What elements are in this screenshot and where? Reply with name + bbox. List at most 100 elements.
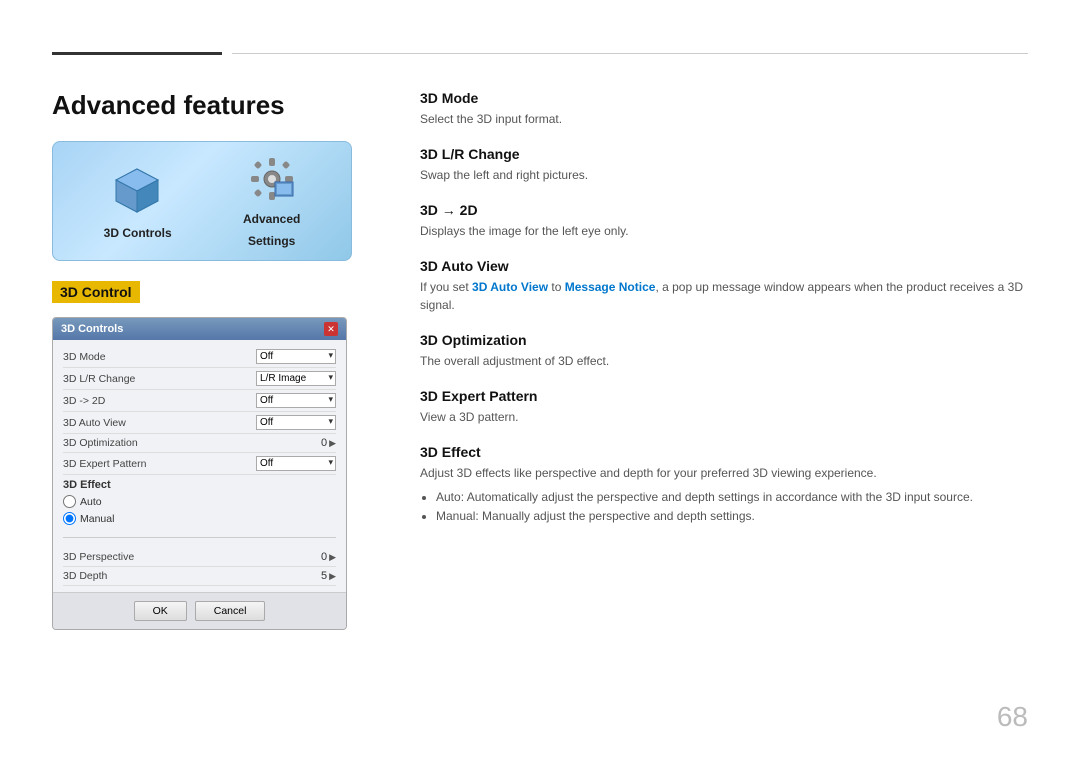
feature-title-3d-to-2d: 3D → 2D bbox=[420, 202, 1028, 218]
right-column: 3D Mode Select the 3D input format. 3D L… bbox=[420, 90, 1028, 544]
select-wrapper-3d-expert[interactable]: Off bbox=[256, 456, 336, 471]
dialog-row-3d-expert: 3D Expert Pattern Off bbox=[63, 453, 336, 475]
radio-row-auto: Auto bbox=[63, 493, 336, 510]
radio-manual-label: Manual bbox=[80, 513, 114, 525]
gear-icon bbox=[247, 154, 297, 204]
dialog-box: 3D Controls ✕ 3D Mode Off bbox=[52, 317, 347, 630]
feature-3d-auto-view: 3D Auto View If you set 3D Auto View to … bbox=[420, 258, 1028, 314]
top-line-short bbox=[52, 52, 222, 55]
effect-section-label: 3D Effect bbox=[63, 475, 336, 493]
feature-title-3d-auto-view: 3D Auto View bbox=[420, 258, 1028, 274]
label-3d-depth: 3D Depth bbox=[63, 570, 107, 582]
section-heading: 3D Control bbox=[52, 281, 140, 303]
feature-desc-3d-to-2d: Displays the image for the left eye only… bbox=[420, 222, 1028, 240]
select-wrapper-3d-2d[interactable]: Off bbox=[256, 393, 336, 408]
dialog-titlebar: 3D Controls ✕ bbox=[53, 318, 346, 340]
feature-desc-3d-expert: View a 3D pattern. bbox=[420, 408, 1028, 426]
value-3d-optimization: 0 ▶ bbox=[321, 437, 336, 449]
radio-auto[interactable] bbox=[63, 495, 76, 508]
feature-desc-3d-auto-view: If you set 3D Auto View to Message Notic… bbox=[420, 278, 1028, 314]
icon-panel: 3D Controls bbox=[52, 141, 352, 261]
page-title: Advanced features bbox=[52, 90, 372, 121]
feature-title-3d-lr: 3D L/R Change bbox=[420, 146, 1028, 162]
label-3d-auto-view: 3D Auto View bbox=[63, 417, 126, 429]
optimization-arrow[interactable]: ▶ bbox=[329, 438, 336, 449]
value-3d-perspective: 0 ▶ bbox=[321, 551, 336, 563]
icon-item-3d-controls: 3D Controls bbox=[104, 163, 172, 240]
value-3d-mode: Off bbox=[256, 349, 336, 364]
bullet-auto: Auto: Automatically adjust the perspecti… bbox=[436, 488, 1028, 507]
bullet-manual: Manual: Manually adjust the perspective … bbox=[436, 507, 1028, 526]
dialog-row-3d-mode: 3D Mode Off bbox=[63, 346, 336, 368]
select-3d-2d[interactable]: Off bbox=[256, 393, 336, 408]
dialog-row-3d-lr: 3D L/R Change L/R Image bbox=[63, 368, 336, 390]
value-3d-auto-view: Off bbox=[256, 415, 336, 430]
left-column: Advanced features 3D Controls bbox=[52, 90, 372, 630]
dialog-ok-button[interactable]: OK bbox=[134, 601, 187, 621]
select-wrapper-3d-mode[interactable]: Off bbox=[256, 349, 336, 364]
dialog-close-button[interactable]: ✕ bbox=[324, 322, 338, 336]
perspective-arrow[interactable]: ▶ bbox=[329, 552, 336, 563]
value-3d-expert: Off bbox=[256, 456, 336, 471]
radio-auto-label: Auto bbox=[80, 496, 102, 508]
icon-label-advanced-settings-line2: Settings bbox=[248, 234, 295, 248]
feature-3d-lr: 3D L/R Change Swap the left and right pi… bbox=[420, 146, 1028, 184]
label-3d-lr: 3D L/R Change bbox=[63, 373, 135, 385]
radio-manual[interactable] bbox=[63, 512, 76, 525]
feature-desc-3d-optimization: The overall adjustment of 3D effect. bbox=[420, 352, 1028, 370]
feature-3d-mode: 3D Mode Select the 3D input format. bbox=[420, 90, 1028, 128]
depth-arrow[interactable]: ▶ bbox=[329, 571, 336, 582]
depth-value: 5 bbox=[321, 570, 327, 582]
feature-title-3d-expert: 3D Expert Pattern bbox=[420, 388, 1028, 404]
select-wrapper-3d-lr[interactable]: L/R Image bbox=[256, 371, 336, 386]
top-lines bbox=[52, 52, 1028, 55]
feature-3d-to-2d: 3D → 2D Displays the image for the left … bbox=[420, 202, 1028, 240]
optimization-value: 0 bbox=[321, 437, 327, 449]
value-3d-lr: L/R Image bbox=[256, 371, 336, 386]
label-3d-2d: 3D -> 2D bbox=[63, 395, 105, 407]
icon-label-3d-controls: 3D Controls bbox=[104, 226, 172, 240]
effect-bullet-list: Auto: Automatically adjust the perspecti… bbox=[420, 488, 1028, 526]
highlight-message-notice: Message Notice bbox=[565, 280, 656, 294]
divider bbox=[63, 537, 336, 538]
highlight-auto: Auto bbox=[436, 490, 461, 504]
page-number: 68 bbox=[997, 701, 1028, 733]
select-3d-expert[interactable]: Off bbox=[256, 456, 336, 471]
label-3d-mode: 3D Mode bbox=[63, 351, 106, 363]
feature-title-3d-effect: 3D Effect bbox=[420, 444, 1028, 460]
dialog-row-3d-depth: 3D Depth 5 ▶ bbox=[63, 567, 336, 586]
feature-3d-expert: 3D Expert Pattern View a 3D pattern. bbox=[420, 388, 1028, 426]
feature-3d-effect: 3D Effect Adjust 3D effects like perspec… bbox=[420, 444, 1028, 526]
dialog-row-3d-optimization: 3D Optimization 0 ▶ bbox=[63, 434, 336, 453]
dialog-footer: OK Cancel bbox=[53, 592, 346, 629]
label-3d-expert: 3D Expert Pattern bbox=[63, 458, 146, 470]
dialog-row-3d-2d: 3D -> 2D Off bbox=[63, 390, 336, 412]
select-3d-lr[interactable]: L/R Image bbox=[256, 371, 336, 386]
perspective-value: 0 bbox=[321, 551, 327, 563]
dialog-row-3d-perspective: 3D Perspective 0 ▶ bbox=[63, 548, 336, 567]
label-3d-optimization: 3D Optimization bbox=[63, 437, 138, 449]
page-container: Advanced features 3D Controls bbox=[0, 0, 1080, 763]
feature-3d-optimization: 3D Optimization The overall adjustment o… bbox=[420, 332, 1028, 370]
value-3d-2d: Off bbox=[256, 393, 336, 408]
top-line-long bbox=[232, 53, 1028, 54]
dialog-cancel-button[interactable]: Cancel bbox=[195, 601, 266, 621]
highlight-3d-auto-view: 3D Auto View bbox=[472, 280, 548, 294]
dialog-title: 3D Controls bbox=[61, 323, 123, 335]
select-3d-mode[interactable]: Off bbox=[256, 349, 336, 364]
dialog-row-3d-auto-view: 3D Auto View Off bbox=[63, 412, 336, 434]
feature-desc-3d-lr: Swap the left and right pictures. bbox=[420, 166, 1028, 184]
select-wrapper-3d-auto-view[interactable]: Off bbox=[256, 415, 336, 430]
value-3d-depth: 5 ▶ bbox=[321, 570, 336, 582]
feature-desc-3d-effect: Adjust 3D effects like perspective and d… bbox=[420, 464, 1028, 482]
feature-title-3d-optimization: 3D Optimization bbox=[420, 332, 1028, 348]
radio-row-manual: Manual bbox=[63, 510, 336, 527]
feature-desc-3d-mode: Select the 3D input format. bbox=[420, 110, 1028, 128]
cube-icon bbox=[110, 163, 165, 218]
icon-label-advanced-settings-line1: Advanced bbox=[243, 212, 300, 226]
highlight-manual: Manual bbox=[436, 509, 475, 523]
label-3d-perspective: 3D Perspective bbox=[63, 551, 134, 563]
select-3d-auto-view[interactable]: Off bbox=[256, 415, 336, 430]
dialog-body: 3D Mode Off 3D L/R Change bbox=[53, 340, 346, 592]
feature-title-3d-mode: 3D Mode bbox=[420, 90, 1028, 106]
